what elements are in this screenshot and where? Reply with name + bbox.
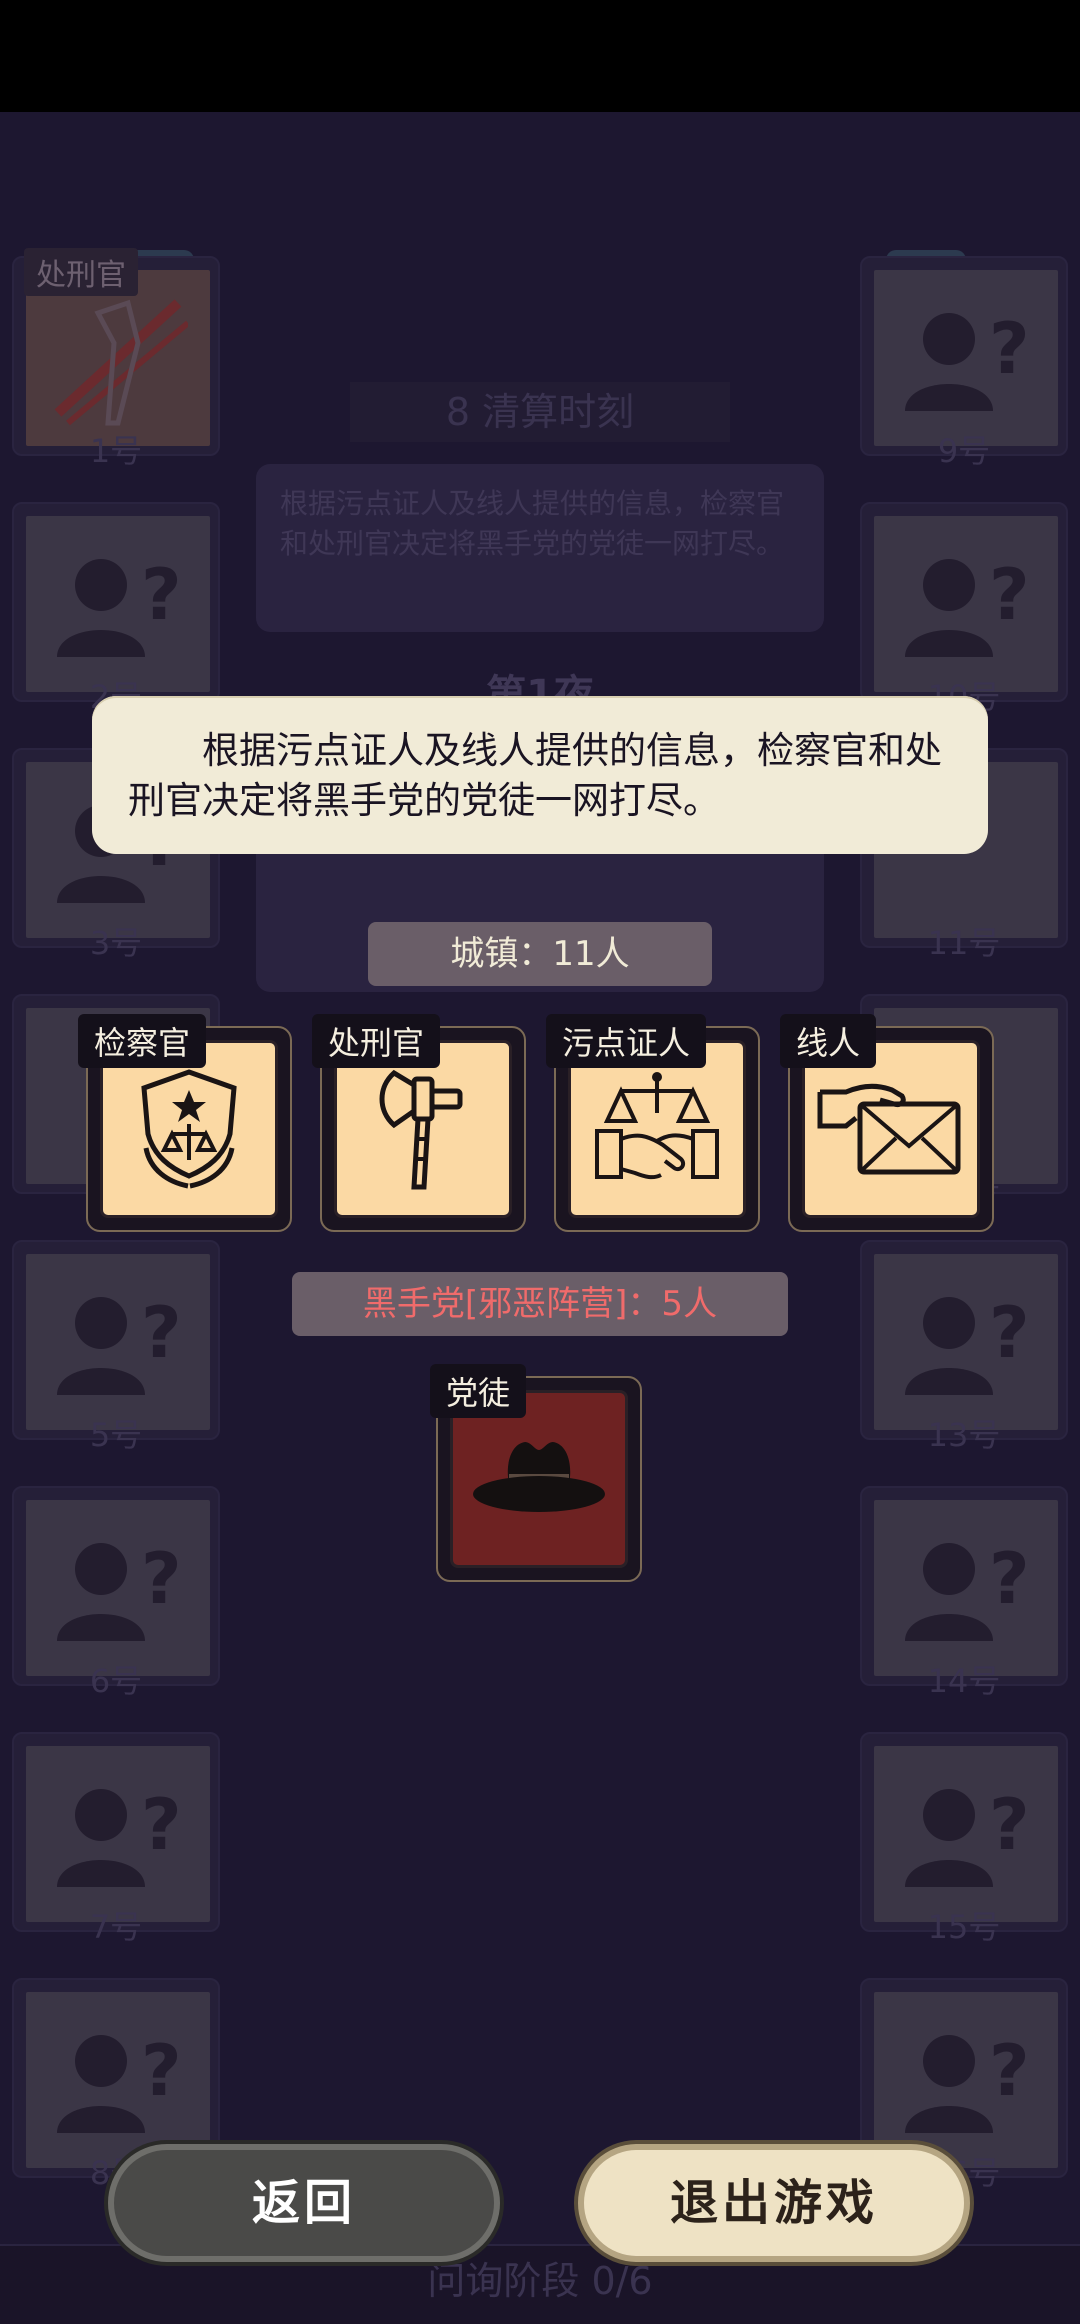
seat-1[interactable]: 处刑官 1号 [12,248,220,470]
seat-number: 14号 [927,1662,1001,1700]
svg-text:?: ? [141,2030,182,2112]
role-card-henchman[interactable]: 党徒 [430,1364,642,1582]
svg-text:?: ? [989,554,1030,636]
role-label: 处刑官 [312,1014,441,1068]
unknown-person-icon: ? [57,1538,182,1641]
seat-number: 3号 [89,924,143,962]
role-description-box: 根据污点证人及线人提供的信息，检察官和处刑官决定将黑手党的党徒一网打尽。 [92,696,988,854]
unknown-portrait: ? [874,1254,1058,1430]
seat-7[interactable]: ? 7号 [12,1732,220,1946]
unknown-person-icon: ? [905,1784,1030,1887]
unknown-person-icon: ? [905,1538,1030,1641]
seat-2[interactable]: ? 2号 [12,502,220,716]
unknown-person-icon: ? [905,554,1030,657]
svg-text:?: ? [141,1784,182,1866]
story-panel: 根据污点证人及线人提供的信息，检察官和处刑官决定将黑手党的党徒一网打尽。 [256,464,824,632]
svg-text:?: ? [989,1292,1030,1374]
unknown-person-icon: ? [905,2030,1030,2133]
unknown-portrait: ? [26,1992,210,2168]
scales-handshake-icon [595,1072,719,1180]
svg-text:?: ? [989,1784,1030,1866]
role-card-executioner[interactable]: 处刑官 [312,1014,526,1232]
seat-number: 6号 [89,1662,143,1700]
exit-game-button[interactable]: 退出游戏 [578,2144,970,2262]
seat-14[interactable]: ? 14号 [860,1486,1068,1700]
svg-text:?: ? [141,554,182,636]
unknown-person-icon: ? [57,554,182,657]
seat-6[interactable]: ? 6号 [12,1486,220,1700]
seat-number: 9号 [937,432,991,470]
town-count-bar: 城镇：11人 [368,922,712,986]
seat-10[interactable]: ? 10号 [860,502,1068,716]
unknown-portrait: ? [874,1746,1058,1922]
back-button[interactable]: 返回 [108,2144,500,2262]
unknown-person-icon: ? [57,1292,182,1395]
unknown-person-icon: ? [57,1784,182,1887]
unknown-portrait: ? [874,1992,1058,2168]
envelope-hand-icon [817,1083,961,1175]
prosecutor-badge-icon [141,1069,237,1189]
seat-number: 15号 [927,1908,1001,1946]
seat-number: 1号 [89,432,143,470]
svg-text:?: ? [141,1538,182,1620]
svg-text:?: ? [989,1538,1030,1620]
unknown-person-icon: ? [905,308,1030,411]
seat-15[interactable]: ? 15号 [860,1732,1068,1946]
seat-13[interactable]: ? 13号 [860,1240,1068,1454]
seat-5[interactable]: ? 5号 [12,1240,220,1454]
role-card-prosecutor[interactable]: 检察官 [78,1014,292,1232]
seat-number: 5号 [89,1416,143,1454]
role-label: 污点证人 [546,1014,707,1068]
role-card-informant[interactable]: 线人 [780,1014,994,1232]
unknown-portrait: ? [26,1746,210,1922]
axe-icon [54,299,188,426]
seat-number: 7号 [89,1908,143,1946]
role-label: 检察官 [78,1014,207,1068]
unknown-portrait: ? [874,270,1058,446]
svg-text:?: ? [989,308,1030,390]
seat-role-tag: 处刑官 [24,248,138,296]
status-bar [0,0,1080,112]
mafia-count-bar: 黑手党[邪恶阵营]：5人 [292,1272,788,1336]
unknown-person-icon: ? [57,2030,182,2133]
unknown-person-icon: ? [905,1292,1030,1395]
axe-icon [379,1069,463,1190]
seat-number: 11号 [927,924,1001,962]
fedora-hat-icon [473,1442,605,1512]
seat-9[interactable]: ? 9号 [860,256,1068,470]
unknown-portrait: ? [874,516,1058,692]
role-label: 党徒 [430,1364,527,1418]
role-label: 线人 [780,1014,877,1068]
executioner-portrait [26,270,210,446]
unknown-portrait: ? [26,1500,210,1676]
seat-number: 13号 [927,1416,1001,1454]
unknown-portrait: ? [26,516,210,692]
round-title: 8 清算时刻 [350,382,730,442]
role-card-witness[interactable]: 污点证人 [546,1014,760,1232]
unknown-portrait: ? [874,1500,1058,1676]
unknown-portrait: ? [26,1254,210,1430]
svg-text:?: ? [141,1292,182,1374]
svg-text:?: ? [989,2030,1030,2112]
